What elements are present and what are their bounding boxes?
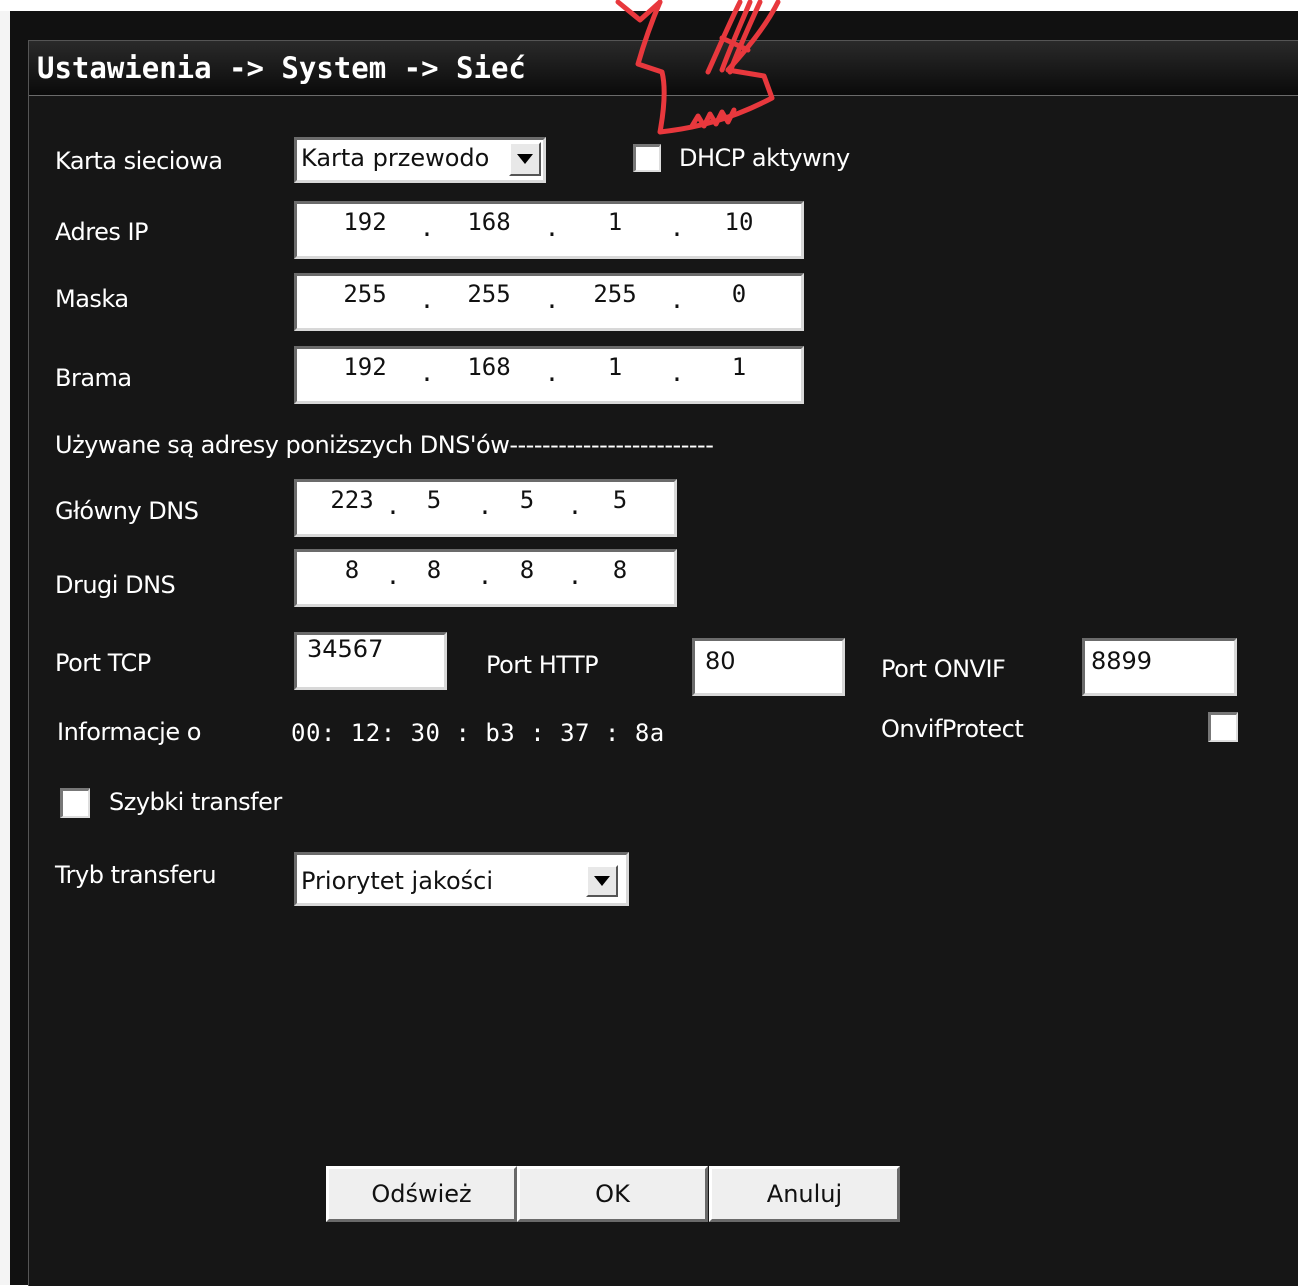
network-card-value: Karta przewodo: [301, 144, 490, 172]
primary-dns-dot: .: [385, 492, 401, 520]
mask-octet-2: 255: [467, 280, 511, 308]
primary-dns-octet-4: 5: [612, 486, 628, 514]
mask-octet-1: 255: [343, 280, 387, 308]
primary-dns-octet-3: 5: [519, 486, 535, 514]
fast-transfer-checkbox[interactable]: [60, 788, 90, 818]
chevron-down-icon[interactable]: [509, 142, 541, 176]
ip-address-input[interactable]: 192 . 168 . 1 . 10: [294, 201, 804, 259]
ip-octet-3: 1: [607, 208, 623, 236]
ip-dot: .: [669, 214, 685, 242]
secondary-dns-label: Drugi DNS: [55, 571, 176, 599]
http-port-label: Port HTTP: [486, 651, 599, 679]
secondary-dns-dot: .: [477, 562, 493, 590]
mask-dot: .: [544, 286, 560, 314]
gateway-octet-3: 1: [607, 353, 623, 381]
onvif-port-input[interactable]: 8899: [1082, 638, 1237, 696]
onvif-port-label: Port ONVIF: [881, 655, 1006, 683]
mask-input[interactable]: 255 . 255 . 255 . 0: [294, 273, 804, 331]
secondary-dns-dot: .: [567, 562, 583, 590]
refresh-button[interactable]: Odśwież: [326, 1166, 517, 1222]
gateway-dot: .: [419, 359, 435, 387]
ip-address-label: Adres IP: [55, 218, 149, 246]
transfer-mode-select[interactable]: Priorytet jakości: [294, 852, 629, 906]
primary-dns-dot: .: [567, 492, 583, 520]
ok-button[interactable]: OK: [517, 1166, 708, 1222]
secondary-dns-dot: .: [385, 562, 401, 590]
ip-dot: .: [544, 214, 560, 242]
network-card-select[interactable]: Karta przewodo: [294, 137, 546, 183]
transfer-mode-value: Priorytet jakości: [301, 867, 494, 895]
secondary-dns-octet-4: 8: [612, 556, 628, 584]
mac-address: 00: 12: 30 : b3 : 37 : 8a: [291, 719, 665, 747]
ip-dot: .: [419, 214, 435, 242]
tcp-port-input[interactable]: 34567: [294, 632, 447, 690]
mac-info-label: Informacje o: [57, 718, 201, 746]
gateway-label: Brama: [55, 364, 132, 392]
http-port-input[interactable]: 80: [692, 638, 845, 696]
primary-dns-octet-1: 223: [330, 486, 374, 514]
chevron-down-icon[interactable]: [586, 865, 618, 897]
mask-label: Maska: [55, 285, 129, 313]
left-edge: [0, 11, 10, 1285]
primary-dns-input[interactable]: 223 . 5 . 5 . 5: [294, 479, 677, 537]
gateway-octet-4: 1: [731, 353, 747, 381]
gateway-dot: .: [544, 359, 560, 387]
ip-octet-1: 192: [343, 208, 387, 236]
fast-transfer-label: Szybki transfer: [109, 788, 282, 816]
onvif-port-value: 8899: [1091, 647, 1153, 675]
mask-dot: .: [419, 286, 435, 314]
onvif-protect-label: OnvifProtect: [881, 715, 1024, 743]
tcp-port-value: 34567: [307, 635, 384, 663]
dns-heading: Używane są adresy poniższych DNS'ów-----…: [55, 431, 714, 459]
dhcp-label: DHCP aktywny: [679, 144, 850, 172]
http-port-value: 80: [705, 647, 736, 675]
gateway-octet-1: 192: [343, 353, 387, 381]
ip-octet-2: 168: [467, 208, 511, 236]
gateway-octet-2: 168: [467, 353, 511, 381]
network-settings-dialog: Ustawienia -> System -> Sieć Karta sieci…: [28, 40, 1298, 1286]
mask-dot: .: [669, 286, 685, 314]
primary-dns-dot: .: [477, 492, 493, 520]
gateway-dot: .: [669, 359, 685, 387]
secondary-dns-input[interactable]: 8 . 8 . 8 . 8: [294, 549, 677, 607]
network-card-label: Karta sieciowa: [55, 147, 223, 175]
gateway-input[interactable]: 192 . 168 . 1 . 1: [294, 346, 804, 404]
annotation-arrow-icon: [615, 0, 781, 135]
onvif-protect-checkbox[interactable]: [1208, 712, 1238, 742]
mask-octet-4: 0: [731, 280, 747, 308]
secondary-dns-octet-3: 8: [519, 556, 535, 584]
dhcp-checkbox[interactable]: [633, 144, 661, 172]
cancel-button[interactable]: Anuluj: [709, 1166, 900, 1222]
tcp-port-label: Port TCP: [55, 649, 151, 677]
primary-dns-octet-2: 5: [426, 486, 442, 514]
dialog-title: Ustawienia -> System -> Sieć: [37, 51, 526, 85]
secondary-dns-octet-2: 8: [426, 556, 442, 584]
transfer-mode-label: Tryb transferu: [55, 861, 217, 889]
primary-dns-label: Główny DNS: [55, 497, 199, 525]
mask-octet-3: 255: [593, 280, 637, 308]
secondary-dns-octet-1: 8: [344, 556, 360, 584]
ip-octet-4: 10: [724, 208, 754, 236]
